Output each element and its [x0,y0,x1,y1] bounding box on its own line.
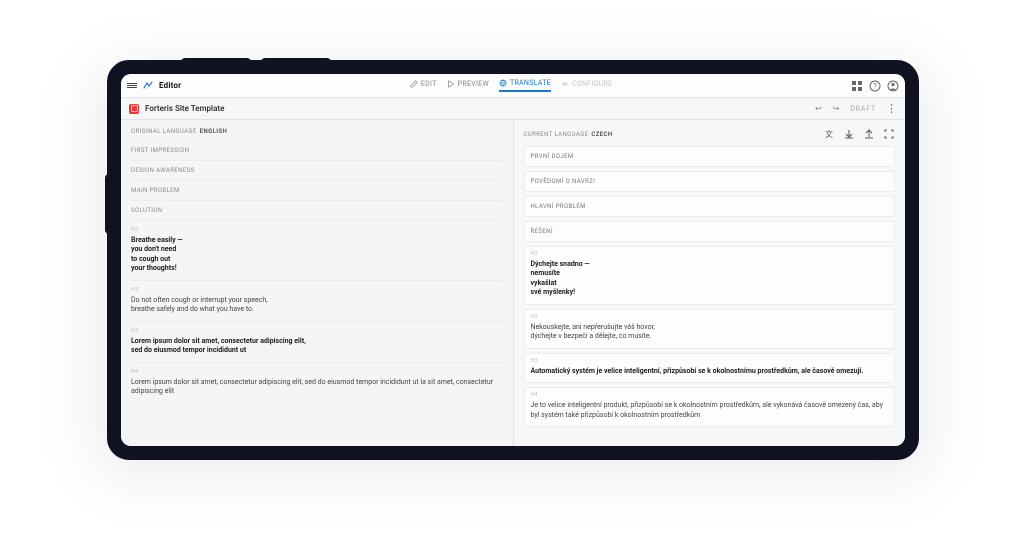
section-main-problem[interactable]: MAIN PROBLEM [131,181,503,201]
content-text-editable[interactable]: Dýchejte snadno —nemusítevykašlatsvé myš… [531,257,889,300]
tab-label: PREVIEW [458,80,489,88]
content-text[interactable]: Lorem ipsum dolor sit amet, consectetur … [131,375,503,403]
tab-label: EDIT [421,80,437,88]
section-solution[interactable]: ŘEŠENÍ [524,221,896,242]
fullscreen-icon[interactable] [883,128,895,140]
section-main-problem[interactable]: HLAVNÍ PROBLÉM [524,196,896,217]
svg-text:文: 文 [825,129,833,139]
redo-button[interactable]: ↪ [833,104,841,113]
section-design-awareness[interactable]: DESIGN AWARENESS [131,161,503,181]
lang-label: ORIGINAL LANGUAGE [131,128,197,135]
account-icon[interactable] [887,80,899,92]
status-indicator: DRAFT [850,105,876,113]
file-type-icon [129,104,139,114]
target-pane: CURRENT LANGUAGE CZECH 文 [513,120,906,446]
content-text[interactable]: Do not often cough or interrupt your spe… [131,293,503,322]
section-solution[interactable]: SOLUTION [131,201,503,221]
tab-edit[interactable]: EDIT [410,80,437,91]
auto-translate-icon[interactable]: 文 [823,128,835,140]
original-pane: ORIGINAL LANGUAGE ENGLISH FIRST IMPRESSI… [121,120,513,446]
device-side-button [105,174,113,234]
app-topbar: Editor EDIT PREVIEW TRANSLATE CONFIGUR [121,74,905,98]
tab-label: CONFIGURE [572,80,612,88]
tab-label: TRANSLATE [510,79,551,87]
mode-tabs: EDIT PREVIEW TRANSLATE CONFIGURE [410,79,613,92]
tab-preview[interactable]: PREVIEW [447,80,489,91]
section-first-impression[interactable]: PRVNÍ DOJEM [524,146,896,167]
content-text[interactable]: Breathe easily —you don't needto cough o… [131,233,503,281]
app-title: Editor [159,81,181,90]
tab-translate[interactable]: TRANSLATE [499,79,551,92]
content-text-editable[interactable]: Nekouskejte, ani nepřerušujte váš hovor,… [531,320,889,344]
help-icon[interactable]: ? [869,80,881,92]
undo-button[interactable]: ↩ [815,104,823,113]
tablet-frame: Editor EDIT PREVIEW TRANSLATE CONFIGUR [107,60,919,460]
file-name: Forteris Site Template [145,104,224,113]
pane-header: ORIGINAL LANGUAGE ENGLISH [131,128,503,135]
device-sensor [261,58,331,66]
lang-value: CZECH [591,131,612,138]
app-logo-icon [143,81,153,91]
section-first-impression[interactable]: FIRST IMPRESSION [131,141,503,161]
section-design-awareness[interactable]: POVĚDOMÍ O NÁVRZI [524,171,896,192]
upload-icon[interactable] [863,128,875,140]
device-sensor [181,58,251,66]
translate-split: ORIGINAL LANGUAGE ENGLISH FIRST IMPRESSI… [121,120,905,446]
menu-icon[interactable] [127,83,137,88]
tab-configure[interactable]: CONFIGURE [561,80,612,91]
content-text[interactable]: Lorem ipsum dolor sit amet, consectetur … [131,334,503,363]
lang-label: CURRENT LANGUAGE [524,131,589,138]
apps-icon[interactable] [851,80,863,92]
content-text-editable[interactable]: Je to velice inteligentní produkt, přizp… [531,398,889,422]
more-icon[interactable]: ⋮ [886,103,897,114]
pane-header: CURRENT LANGUAGE CZECH 文 [524,128,896,140]
svg-text:?: ? [873,82,877,90]
download-icon[interactable] [843,128,855,140]
content-text-editable[interactable]: Automatický systém je velice inteligentn… [531,364,889,378]
file-bar: Forteris Site Template ↩ ↪ DRAFT ⋮ [121,98,905,120]
lang-value: ENGLISH [200,128,227,135]
